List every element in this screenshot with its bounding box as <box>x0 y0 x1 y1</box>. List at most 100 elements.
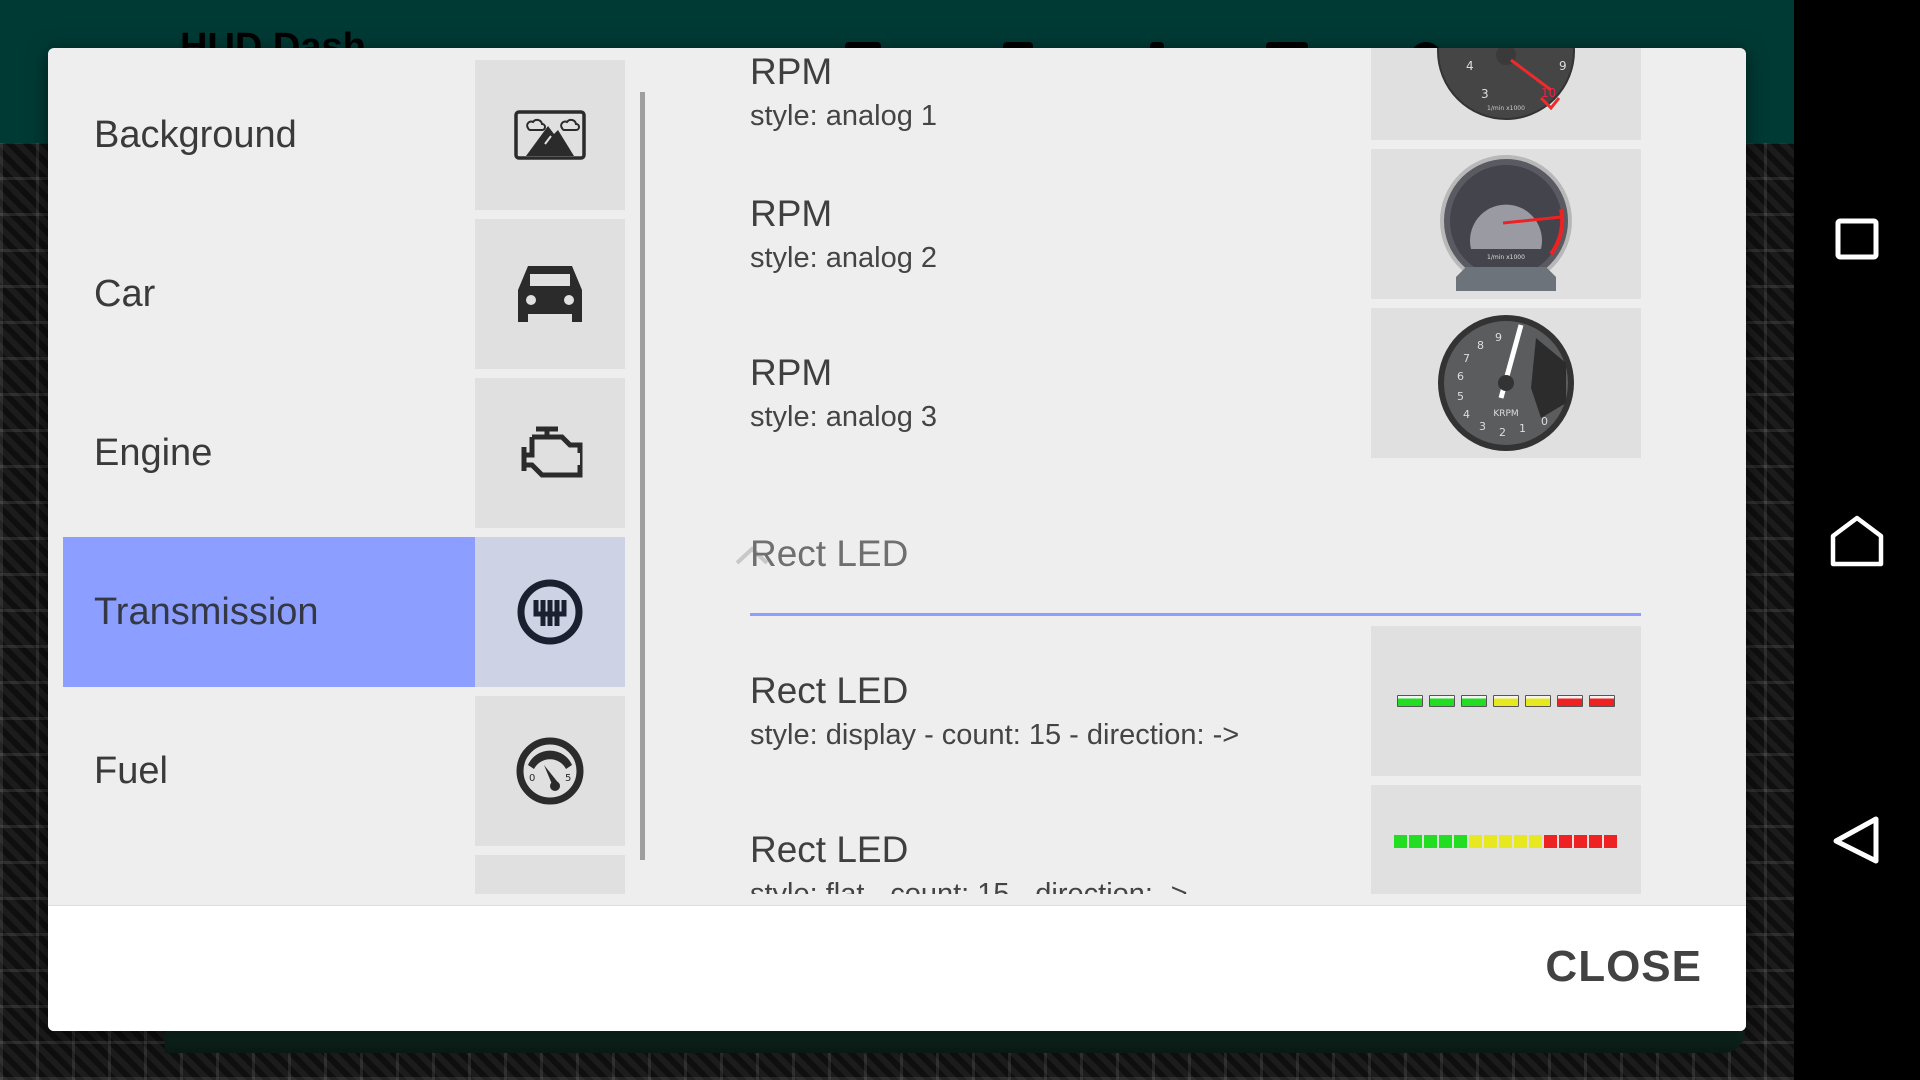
widget-subtitle: style: flat - count: 15 - direction: -> <box>750 878 1188 894</box>
led-segment <box>1558 834 1572 848</box>
widget-item-rect-led-display[interactable]: Rect LED style: display - count: 15 - di… <box>648 626 1698 776</box>
widget-picker-dialog: Background Car Engine Transmission Fuel … <box>48 48 1746 1031</box>
category-label: Transmission <box>63 537 475 687</box>
led-segment <box>1543 834 1557 848</box>
led-bar <box>1393 834 1619 848</box>
svg-text:7: 7 <box>1463 352 1470 365</box>
engine-icon <box>521 426 583 478</box>
led-bar <box>1394 695 1618 707</box>
led-segment <box>1483 834 1497 848</box>
widget-subtitle: style: analog 2 <box>750 242 938 274</box>
category-icon-box <box>475 378 625 528</box>
led-segment <box>1573 834 1587 848</box>
led-segment <box>1589 695 1615 707</box>
back-button[interactable] <box>1794 785 1920 895</box>
led-segment <box>1468 834 1482 848</box>
category-item-background[interactable]: Background <box>63 60 625 210</box>
category-item-fuel[interactable]: Fuel 0 5 <box>63 696 625 846</box>
svg-text:6: 6 <box>1457 370 1464 383</box>
led-segment <box>1397 695 1423 707</box>
svg-text:1/min x1000: 1/min x1000 <box>1487 254 1525 261</box>
category-label: Fuel <box>94 749 168 792</box>
widget-item-rpm-analog-3[interactable]: RPM style: analog 3 KRPM 4 5 6 7 8 9 3 2… <box>648 308 1698 458</box>
widget-item-rect-led-flat[interactable]: Rect LED style: flat - count: 15 - direc… <box>648 785 1698 894</box>
led-segment <box>1438 834 1452 848</box>
svg-text:9: 9 <box>1495 331 1502 344</box>
svg-text:0: 0 <box>529 773 535 784</box>
category-item-engine[interactable]: Engine <box>63 378 625 528</box>
led-segment <box>1453 834 1467 848</box>
category-label <box>63 855 475 894</box>
led-segment <box>1525 695 1551 707</box>
rpm-analog-3-preview: KRPM 4 5 6 7 8 9 3 2 1 0 <box>1371 308 1641 458</box>
led-segment <box>1423 834 1437 848</box>
rect-led-display-preview <box>1371 626 1641 776</box>
widget-title: RPM <box>750 352 833 393</box>
svg-text:5: 5 <box>565 773 571 784</box>
rect-led-flat-preview <box>1371 785 1641 894</box>
svg-text:8: 8 <box>1477 339 1484 352</box>
svg-text:3: 3 <box>1479 420 1486 433</box>
category-label: Background <box>94 113 297 156</box>
svg-text:KRPM: KRPM <box>1493 409 1518 419</box>
widget-subtitle: style: analog 3 <box>750 401 938 433</box>
category-item-car[interactable]: Car <box>63 219 625 369</box>
home-button[interactable] <box>1794 485 1920 595</box>
svg-text:4: 4 <box>1466 59 1474 73</box>
back-icon <box>1833 816 1879 864</box>
recents-icon <box>1835 218 1879 260</box>
category-label: Engine <box>94 431 213 474</box>
widget-title: Rect LED <box>750 829 909 870</box>
category-list: Background Car Engine Transmission Fuel … <box>48 48 648 894</box>
background-panel-edge <box>165 1031 1745 1053</box>
led-segment <box>1393 834 1407 848</box>
home-icon <box>1830 515 1884 567</box>
rpm-analog-1-preview: 4 3 9 10 1/min x1000 <box>1371 48 1641 140</box>
widget-list: RPM style: analog 1 4 3 9 10 1/min x1000… <box>648 48 1746 894</box>
category-icon-box <box>475 855 625 894</box>
widget-subtitle: style: analog 1 <box>750 100 938 132</box>
svg-text:10: 10 <box>1541 86 1556 100</box>
car-icon <box>518 266 582 322</box>
rpm-analog-2-preview: 1/min x1000 <box>1371 149 1641 299</box>
led-segment <box>1429 695 1455 707</box>
category-item-transmission[interactable]: Transmission <box>63 537 625 687</box>
svg-text:1: 1 <box>1519 422 1526 435</box>
category-icon-box <box>475 60 625 210</box>
dialog-button-bar: CLOSE <box>48 905 1746 1031</box>
svg-text:9: 9 <box>1559 59 1567 73</box>
svg-text:2: 2 <box>1499 426 1506 439</box>
led-segment <box>1493 695 1519 707</box>
widget-title: RPM <box>750 193 833 234</box>
category-icon-box <box>475 219 625 369</box>
widget-item-rpm-analog-2[interactable]: RPM style: analog 2 1/min x1000 <box>648 149 1698 299</box>
widget-title: Rect LED <box>750 670 909 711</box>
image-icon <box>514 110 586 160</box>
category-scrollbar[interactable] <box>640 92 645 860</box>
navigation-bar <box>1794 0 1920 1080</box>
section-title: Rect LED <box>750 533 909 574</box>
led-segment <box>1603 834 1617 848</box>
recents-button[interactable] <box>1794 185 1920 295</box>
section-header-rect-led[interactable]: Rect LED <box>648 508 1698 618</box>
close-button[interactable]: CLOSE <box>1545 942 1702 992</box>
category-item-next[interactable] <box>63 855 625 894</box>
led-segment <box>1498 834 1512 848</box>
svg-text:0: 0 <box>1541 415 1548 428</box>
fuel-gauge-icon: 0 5 <box>516 737 584 805</box>
widget-subtitle: style: display - count: 15 - direction: … <box>750 719 1240 751</box>
svg-text:5: 5 <box>1457 390 1464 403</box>
led-segment <box>1408 834 1422 848</box>
section-underline <box>750 613 1641 616</box>
category-label: Car <box>94 272 156 315</box>
led-segment <box>1528 834 1542 848</box>
svg-text:1/min x1000: 1/min x1000 <box>1487 105 1525 112</box>
svg-text:3: 3 <box>1481 87 1489 101</box>
widget-item-rpm-analog-1[interactable]: RPM style: analog 1 4 3 9 10 1/min x1000 <box>648 48 1698 142</box>
svg-text:4: 4 <box>1463 408 1470 421</box>
led-segment <box>1557 695 1583 707</box>
led-segment <box>1461 695 1487 707</box>
gearshift-icon <box>517 579 583 645</box>
category-icon-box <box>475 537 625 687</box>
led-segment <box>1513 834 1527 848</box>
